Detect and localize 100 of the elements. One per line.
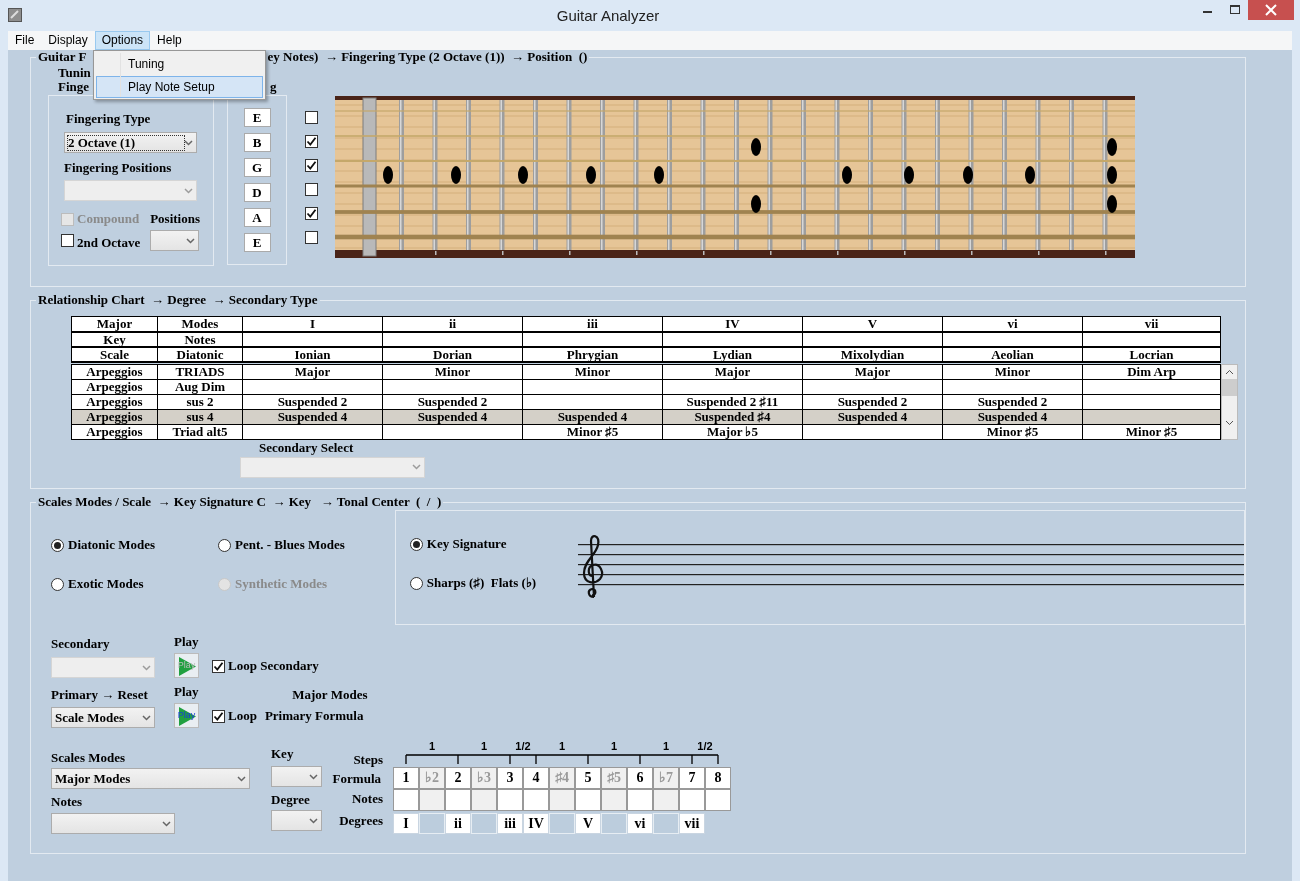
label-text: Scales Modes [51, 751, 127, 765]
checkbox[interactable] [305, 231, 318, 244]
panel-title: ey Notes) → Fingering Type (2 Octave (1)) → Position () [267, 50, 588, 64]
checkbox[interactable] [305, 111, 318, 124]
table-cell: Aeolian [942, 346, 1083, 362]
table-cell: Arpeggios [71, 394, 158, 409]
step-label: 1 [610, 740, 618, 752]
row-label: Notes [351, 790, 383, 808]
checkbox[interactable] [305, 135, 318, 148]
checkbox-label: Compound [77, 212, 140, 226]
label-text: Degree [271, 793, 311, 807]
table-cell: Scale [71, 346, 158, 362]
table-cell: Aug Dim [157, 379, 243, 394]
table-cell: Dorian [382, 346, 523, 362]
degree-cell: V [575, 813, 601, 834]
fingering-type-select[interactable]: 2 Octave (1) [64, 132, 197, 153]
degree-cell: iii [497, 813, 523, 834]
chevron-icon [309, 817, 318, 824]
label-text: Major Modes [292, 688, 368, 702]
table-cell: Minor ♯5 [1082, 424, 1221, 439]
radio-label: Key Signature [426, 537, 507, 551]
label-text: Fingering Positions [64, 161, 173, 175]
table-cell: Minor [522, 364, 663, 379]
degree-cell: ii [445, 813, 471, 834]
degree-cell [549, 813, 575, 834]
table-cell: Major [662, 364, 803, 379]
table-cell: Dim Arp [1082, 364, 1221, 379]
formula-cell: 3 [497, 767, 523, 789]
table-cell: vii [1082, 316, 1221, 332]
step-label: 1 [428, 740, 436, 752]
menu-item[interactable]: Display [41, 31, 95, 50]
formula-cell: 1 [393, 767, 419, 789]
table-cell: Arpeggios [71, 364, 158, 379]
table-cell: Mixolydian [802, 346, 943, 362]
string-label: G [243, 158, 271, 177]
chevron-icon [184, 187, 193, 194]
menu-item[interactable]: Options [94, 31, 151, 50]
radio-button[interactable] [409, 537, 423, 551]
scroll-thumb[interactable] [1222, 378, 1237, 396]
table-cell: Major ♭5 [662, 424, 803, 439]
menu-item[interactable]: Tuning [96, 53, 263, 75]
checkbox[interactable] [212, 709, 225, 723]
table-cell: Suspended 2 [802, 394, 943, 409]
checkbox[interactable] [61, 234, 74, 247]
radio-button[interactable] [51, 538, 64, 552]
row-label: Formula [332, 770, 381, 788]
formula-cell: 5 [575, 767, 601, 789]
chevron-icon [412, 464, 421, 470]
checkbox[interactable] [305, 183, 318, 196]
table-cell: vi [942, 316, 1083, 332]
degree-cell: vii [679, 813, 705, 834]
degree-cell: IV [523, 813, 549, 834]
scrollbar[interactable] [1221, 363, 1238, 440]
radio-button[interactable] [51, 577, 64, 591]
close-icon [1265, 4, 1277, 16]
table-cell: Arpeggios [71, 379, 158, 394]
table-cell: sus 2 [157, 394, 243, 409]
radio-label: Pent. - Blues Modes [235, 538, 345, 552]
radio-label: Synthetic Modes [235, 577, 328, 591]
label-text: Play [174, 635, 200, 649]
scales-modes-select[interactable]: Major Modes [51, 768, 250, 789]
checkbox-label: Loop Secondary [228, 659, 319, 673]
maximize-icon [1229, 5, 1240, 15]
table-cell: Ionian [242, 346, 383, 362]
panel-title: Scales Modes / Scale → Key Signature C → Key → Tonal Center ( / ) [38, 495, 442, 509]
table-cell: ii [382, 316, 523, 332]
menu-item[interactable]: Help [150, 31, 189, 50]
step-label: 1/2 [697, 740, 713, 752]
table-cell: Key [71, 331, 158, 347]
primary-select[interactable]: Scale Modes [51, 707, 155, 728]
formula-cell: ♭2 [419, 767, 445, 789]
close-button[interactable] [1248, 0, 1294, 20]
string-label: A [243, 208, 271, 227]
checkbox[interactable] [212, 659, 225, 673]
chevron-icon [309, 773, 318, 780]
table-cell: Arpeggios [71, 424, 158, 439]
table-cell: Modes [157, 316, 243, 332]
table-cell: Suspended 2 ♯11 [662, 394, 803, 409]
checkbox-label: Loop [228, 709, 257, 723]
radio-button[interactable] [409, 576, 423, 590]
table-cell: TRIADS [157, 364, 243, 379]
radio-button[interactable] [218, 538, 231, 552]
table-cell: Minor [382, 364, 523, 379]
radio-label: Exotic Modes [68, 577, 144, 591]
app-icon [8, 8, 22, 22]
degree-cell [419, 813, 445, 834]
formula-cell: 8 [705, 767, 731, 789]
label-text: Finge [58, 80, 90, 94]
chevron-icon [184, 139, 193, 146]
menu-item[interactable]: Play Note Setup [96, 76, 263, 98]
step-label: 1 [480, 740, 488, 752]
checkbox[interactable] [305, 207, 318, 220]
checkbox[interactable] [305, 159, 318, 172]
label-text: Positions [150, 212, 200, 226]
table-cell: Minor ♯5 [942, 424, 1083, 439]
label-text: Secondary [51, 637, 111, 651]
formula-cell: 7 [679, 767, 705, 789]
menu-item[interactable]: File [8, 31, 42, 50]
formula-cell: 4 [523, 767, 549, 789]
formula-cell: ♭7 [653, 767, 679, 789]
